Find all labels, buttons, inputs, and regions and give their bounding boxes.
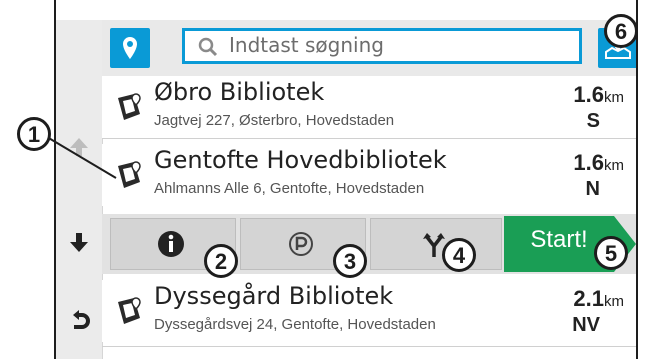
top-toolbar: Indtast søgning (102, 20, 636, 76)
location-button[interactable] (110, 28, 150, 68)
result-address: Ahlmanns Alle 6, Gentofte, Hovedstaden (154, 180, 425, 197)
location-pin-icon (123, 37, 137, 59)
search-input[interactable]: Indtast søgning (182, 28, 582, 64)
distance-value: 2.1 (573, 286, 604, 311)
distance-value: 1.6 (573, 82, 604, 107)
list-item[interactable]: Dyssegård Bibliotek Dyssegårdsvej 24, Ge… (102, 280, 636, 342)
result-direction: S (586, 110, 600, 132)
distance-value: 1.6 (573, 150, 604, 175)
divider (102, 138, 636, 139)
result-address: Jagtvej 227, Østerbro, Hovedstaden (154, 112, 395, 129)
result-name: Dyssegård Bibliotek (154, 282, 394, 310)
result-distance: 1.6km (573, 150, 624, 176)
action-bar: Start! (102, 214, 636, 274)
distance-unit: km (604, 293, 624, 310)
result-direction: N (585, 178, 600, 200)
arrow-down-icon (70, 233, 88, 252)
result-direction: NV (572, 314, 600, 336)
distance-unit: km (604, 157, 624, 174)
route-options-button[interactable] (370, 218, 502, 270)
result-distance: 1.6km (573, 82, 624, 108)
callout-5: 5 (594, 236, 628, 270)
callout-3: 3 (333, 244, 367, 278)
callout-2: 2 (204, 244, 238, 278)
book-category-icon (118, 93, 141, 120)
callout-4: 4 (442, 238, 476, 272)
result-name: Øbro Bibliotek (154, 78, 325, 106)
result-distance: 2.1km (573, 286, 624, 312)
parking-icon (289, 232, 313, 256)
back-button[interactable] (56, 306, 102, 340)
back-arrow-icon (73, 310, 90, 329)
list-item[interactable]: Gentofte Hovedbibliotek Ahlmanns Alle 6,… (102, 144, 636, 206)
distance-unit: km (604, 89, 624, 106)
info-icon (158, 231, 184, 257)
device-frame-right (636, 0, 638, 359)
callout-1: 1 (17, 117, 51, 151)
search-icon (198, 37, 218, 57)
divider (102, 346, 636, 347)
scroll-down-button[interactable] (56, 228, 102, 262)
result-address: Dyssegårdsvej 24, Gentofte, Hovedstaden (154, 316, 436, 333)
list-item[interactable]: Øbro Bibliotek Jagtvej 227, Østerbro, Ho… (102, 76, 636, 138)
book-category-icon (118, 297, 141, 324)
result-name: Gentofte Hovedbibliotek (154, 146, 447, 174)
callout-6: 6 (604, 14, 638, 48)
search-placeholder: Indtast søgning (229, 33, 384, 57)
